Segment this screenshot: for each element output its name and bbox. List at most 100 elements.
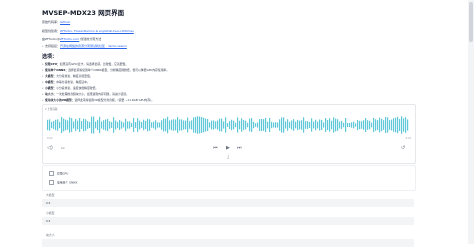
waveform-bar xyxy=(87,121,89,129)
waveform-bar xyxy=(297,119,299,131)
waveform-bar xyxy=(321,119,323,131)
waveform-bar xyxy=(151,122,153,128)
option-item: •使用块大小的VR模型：选择此项将使用VR模型分离音频，(需要 ~11.6GB … xyxy=(42,98,155,102)
waveform-bar xyxy=(243,119,245,131)
audio-waveform[interactable] xyxy=(47,115,409,135)
waveform-bar xyxy=(347,122,349,128)
waveform-bar xyxy=(301,120,303,130)
waveform-bar xyxy=(59,121,61,129)
waveform-bar xyxy=(209,122,211,128)
large-model-input[interactable]: 0.5 xyxy=(42,199,414,207)
checkbox-box[interactable] xyxy=(49,180,54,185)
waveform-bar xyxy=(303,117,305,133)
waveform-bar xyxy=(63,118,65,132)
author-line: 模型创建者：ZFTurbo, FlowerDemon & AnjokDaUnus… xyxy=(42,29,134,33)
waveform-bar xyxy=(237,117,239,133)
waveform-bar xyxy=(55,119,57,131)
waveform-bar xyxy=(153,121,155,129)
waveform-bar xyxy=(279,119,281,131)
waveform-bar xyxy=(355,123,357,127)
author-links[interactable]: ZFTurbo, FlowerDemon & AnjokDaUnus-I-Wit… xyxy=(60,29,134,33)
small-model-input[interactable]: 0.5 xyxy=(42,217,414,225)
option-item: •大模型：大分段重复，精度高但更慢。 xyxy=(42,74,93,78)
waveform-bar xyxy=(269,117,271,133)
waveform-bar xyxy=(171,119,173,131)
waveform-bar xyxy=(247,122,249,128)
reset-icon[interactable]: ↺ xyxy=(401,143,405,153)
waveform-bar xyxy=(57,119,59,131)
chunk-size-input[interactable] xyxy=(42,239,414,247)
waveform-bar xyxy=(199,116,201,134)
volume-icon[interactable]: ◁) xyxy=(47,143,53,153)
waveform-bar xyxy=(141,121,143,129)
waveform-bar xyxy=(157,122,159,128)
audio-upload-card[interactable]: ♪ 上传音频 0:00 6:24 ◁) 1x ⏮ ▶ ⏭ ↺ ⤓ xyxy=(42,104,416,164)
waveform-bar xyxy=(405,117,407,133)
support-link[interactable]: 开源在网络的音源分离测试和社区 · demo.sesion xyxy=(60,44,127,48)
waveform-bar xyxy=(145,120,147,130)
page-title: MVSEP-MDX23 网页界面 xyxy=(42,9,125,17)
waveform-bar xyxy=(229,121,231,129)
waveform-bar xyxy=(107,118,109,132)
waveform-bar xyxy=(191,120,193,130)
single-onnx-checkbox[interactable]: 使用单个 ONNX xyxy=(49,180,77,185)
waveform-bar xyxy=(335,118,337,132)
waveform-bar xyxy=(79,117,81,133)
waveform-bar xyxy=(213,120,215,130)
waveform-bar xyxy=(389,120,391,130)
waveform-bar xyxy=(227,123,229,127)
cpu-only-checkbox[interactable]: 仅限CPU xyxy=(49,171,68,176)
small-model-label: 小模型 xyxy=(46,211,55,215)
page-scrollbar[interactable] xyxy=(468,0,474,244)
waveform-bar xyxy=(399,118,401,132)
waveform-bar xyxy=(125,118,127,132)
scrollbar-thumb[interactable] xyxy=(469,2,473,42)
play-icon[interactable]: ▶ xyxy=(226,143,230,153)
waveform-bar xyxy=(283,117,285,133)
waveform-bar xyxy=(109,121,111,129)
playback-rate[interactable]: 1x xyxy=(61,143,65,153)
waveform-bar xyxy=(203,117,205,133)
waveform-bar xyxy=(383,120,385,130)
option-item: •小模型：小分段重复，速度快但精度较低。 xyxy=(42,86,99,90)
original-repo-line: 原始代码库：Github xyxy=(42,20,70,24)
original-repo-label: 原始代码库： xyxy=(42,20,61,24)
support-label: 支持链接： xyxy=(45,44,61,48)
waveform-bar xyxy=(161,120,163,130)
waveform-bar xyxy=(401,116,403,134)
waveform-bar xyxy=(49,119,51,131)
waveform-bar xyxy=(287,119,289,131)
original-repo-link[interactable]: Github xyxy=(60,20,70,24)
skip-forward-icon[interactable]: ⏭ xyxy=(237,143,242,153)
waveform-bar xyxy=(69,117,71,133)
waveform-bar xyxy=(345,118,347,132)
waveform-bar xyxy=(51,121,53,129)
download-icon[interactable]: ⤓ xyxy=(227,154,229,160)
waveform-bar xyxy=(381,118,383,132)
waveform-bar xyxy=(169,120,171,130)
waveform-bar xyxy=(131,123,133,127)
waveform-bar xyxy=(217,120,219,130)
waveform-bar xyxy=(135,122,137,128)
waveform-bar xyxy=(225,117,227,133)
waveform-bar xyxy=(309,122,311,128)
waveform-bar xyxy=(181,119,183,131)
webui-link[interactable]: ZFTurbo.com xyxy=(60,37,79,41)
waveform-bar xyxy=(333,117,335,133)
waveform-bar xyxy=(183,120,185,130)
waveform-bar xyxy=(185,120,187,130)
waveform-bar xyxy=(119,120,121,130)
waveform-bar xyxy=(245,120,247,130)
waveform-bar xyxy=(393,118,395,132)
waveform-bar xyxy=(387,117,389,133)
waveform-bar xyxy=(167,116,169,134)
waveform-bar xyxy=(219,118,221,132)
waveform-bar xyxy=(177,117,179,133)
skip-back-icon[interactable]: ⏮ xyxy=(213,143,218,153)
waveform-bar xyxy=(233,120,235,130)
waveform-bar xyxy=(127,121,129,129)
waveform-bar xyxy=(81,121,83,129)
waveform-bar xyxy=(407,119,409,131)
checkbox-box[interactable] xyxy=(49,171,54,176)
waveform-bar xyxy=(129,121,131,129)
